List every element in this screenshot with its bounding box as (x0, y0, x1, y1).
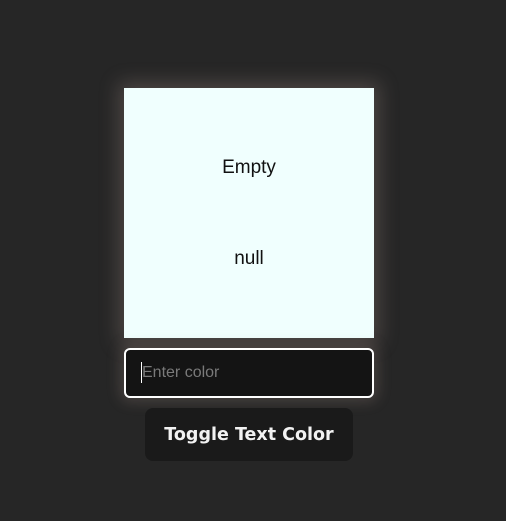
text-caret (141, 362, 142, 383)
color-name-text: Empty (222, 157, 276, 178)
toggle-text-color-button[interactable]: Toggle Text Color (145, 408, 353, 461)
hex-value-text: null (234, 248, 264, 269)
color-input[interactable] (124, 348, 374, 398)
app-stage: Empty null Toggle Text Color (0, 0, 506, 521)
color-preview-box: Empty null (124, 88, 374, 338)
